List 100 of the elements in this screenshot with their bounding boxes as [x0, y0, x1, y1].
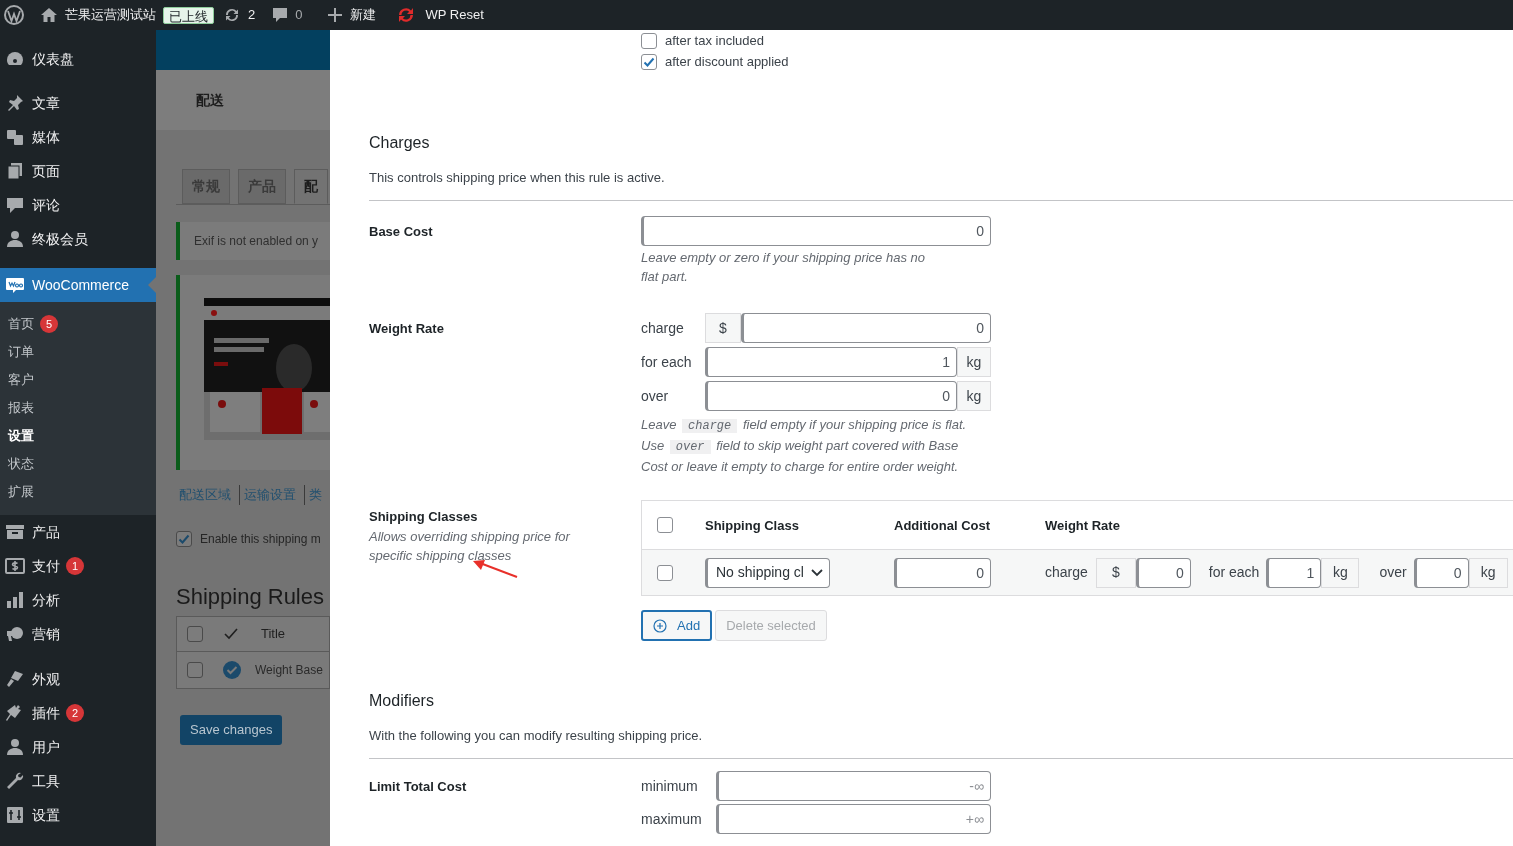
submenu-item[interactable]: 订单 [0, 338, 156, 366]
submenu-item[interactable]: 报表 [0, 394, 156, 422]
menu-item[interactable]: 页面 [0, 154, 156, 188]
dollar-icon [5, 556, 25, 576]
submenu-item[interactable]: 设置 [0, 422, 156, 450]
unit-label: kg [1468, 557, 1508, 588]
checkbox[interactable] [657, 564, 673, 581]
input-field[interactable]: 1 [1266, 557, 1322, 588]
field-label: over [1379, 563, 1407, 582]
checkbox[interactable] [187, 661, 203, 678]
input-field[interactable]: 0 [641, 216, 991, 246]
plugin-link[interactable]: WP Reset [425, 5, 484, 25]
plus-circle-icon [653, 618, 667, 633]
checkbox[interactable] [641, 53, 657, 70]
bar-chart-icon [5, 590, 25, 610]
comment-count: 0 [295, 6, 303, 25]
sliders-icon [5, 805, 25, 825]
unit-label: kg [957, 381, 991, 411]
unit-label: kg [1321, 557, 1360, 588]
field-label: for each [641, 352, 693, 372]
field-label: charge [1045, 563, 1088, 582]
submenu-item[interactable]: 状态 [0, 450, 156, 478]
input-field[interactable]: 0 [1413, 557, 1469, 588]
checkbox[interactable] [187, 625, 203, 642]
column-header: Weight Rate [1045, 518, 1120, 533]
unit-label: kg [957, 347, 991, 377]
input-field[interactable]: 0 [705, 381, 957, 411]
add-button[interactable]: Add [641, 610, 713, 641]
field-label: Base Cost [369, 223, 434, 241]
count-badge: 5 [40, 315, 58, 333]
menu-item[interactable]: 支付 1 [0, 549, 156, 583]
section-heading: Shipping Rules [176, 582, 325, 611]
sync-icon[interactable] [223, 6, 241, 24]
page-title: 配送 [196, 90, 224, 110]
checkbox[interactable] [641, 32, 657, 49]
status-badge: 已上线 [163, 6, 214, 24]
column-header: Title [261, 624, 286, 643]
option-label: after tax included [665, 31, 764, 50]
input-field[interactable]: +∞ [716, 804, 991, 834]
input-field[interactable]: -∞ [716, 771, 991, 801]
section-title: Charges [369, 133, 431, 153]
submenu-item[interactable]: 客户 [0, 366, 156, 394]
user-icon [5, 737, 25, 757]
speech-bubble-icon [5, 275, 25, 295]
wrench-icon [5, 771, 25, 791]
section-title: Modifiers [369, 691, 435, 711]
help-text: Leave charge field empty if your shipping price is flat. Use over field to skip weight part covered with Base Cost or leave it empty to charge for entire order weight. [641, 416, 968, 476]
table-cell-text: Weight Base [255, 661, 323, 679]
submenu-item[interactable]: 首页 5 [0, 310, 156, 338]
save-button[interactable]: Save changes [180, 714, 283, 745]
menu-item[interactable]: 产品 [0, 515, 156, 549]
unit-label: $ [1095, 557, 1136, 588]
megaphone-icon [5, 624, 25, 644]
menu-item[interactable]: 媒体 [0, 120, 156, 154]
menu-item[interactable]: 营销 [0, 617, 156, 651]
field-label: charge [641, 318, 685, 338]
comment-icon[interactable] [272, 6, 289, 24]
help-text: Leave empty or zero if your shipping price has no flat part. [641, 249, 926, 286]
menu-item[interactable]: 工具 [0, 764, 156, 798]
home-icon[interactable] [40, 6, 58, 24]
menu-item[interactable]: 评论 [0, 188, 156, 222]
input-field[interactable]: 0 [1135, 557, 1191, 588]
unit-label: $ [705, 313, 741, 343]
menu-item[interactable]: 仪表盘 [0, 42, 156, 76]
option-label: Enable this shipping m [200, 530, 321, 548]
input-field[interactable]: 1 [705, 347, 957, 377]
dropdown[interactable]: No shipping cl [705, 557, 830, 588]
menu-item[interactable]: 用户 [0, 730, 156, 764]
field-label: Shipping Classes [369, 508, 479, 526]
field-label: Weight Rate [369, 320, 445, 338]
checkbox[interactable] [657, 517, 673, 533]
brush-icon [5, 669, 25, 689]
plus-icon[interactable] [328, 8, 343, 22]
field-label: maximum [641, 809, 703, 829]
wordpress-logo-icon[interactable] [4, 5, 24, 25]
checkbox[interactable] [176, 530, 192, 547]
menu-item[interactable]: 终极会员 [0, 222, 156, 256]
input-field[interactable]: 0 [741, 313, 991, 343]
annotation-arrow [470, 558, 520, 580]
column-header: Additional Cost [894, 518, 991, 533]
count-badge: 2 [66, 704, 84, 722]
menu-item[interactable]: 分析 [0, 583, 156, 617]
pages-icon [5, 161, 25, 181]
menu-item[interactable]: 设置 [0, 798, 156, 832]
menu-item[interactable]: WooCommerce [0, 268, 156, 302]
submenu-item[interactable]: 扩展 [0, 478, 156, 506]
column-header: Shipping Class [705, 518, 799, 533]
field-label: over [641, 386, 670, 406]
new-link[interactable]: 新建 [350, 5, 377, 25]
count-badge: 1 [66, 557, 84, 575]
notice-banner: Exif is not enabled on y [176, 222, 330, 260]
menu-item[interactable]: 文章 [0, 86, 156, 120]
tab[interactable]: 配 [294, 169, 328, 204]
menu-item[interactable]: 外观 [0, 662, 156, 696]
section-description: With the following you can modify resulting shipping price. [369, 727, 704, 745]
help-text: Allows overriding shipping price for specific shipping classes [369, 527, 572, 565]
chevron-down-icon [811, 568, 823, 577]
menu-item[interactable]: 插件 2 [0, 696, 156, 730]
input-field[interactable]: 0 [894, 557, 991, 588]
site-name-link[interactable]: 芒果运营测试站 [65, 5, 156, 25]
